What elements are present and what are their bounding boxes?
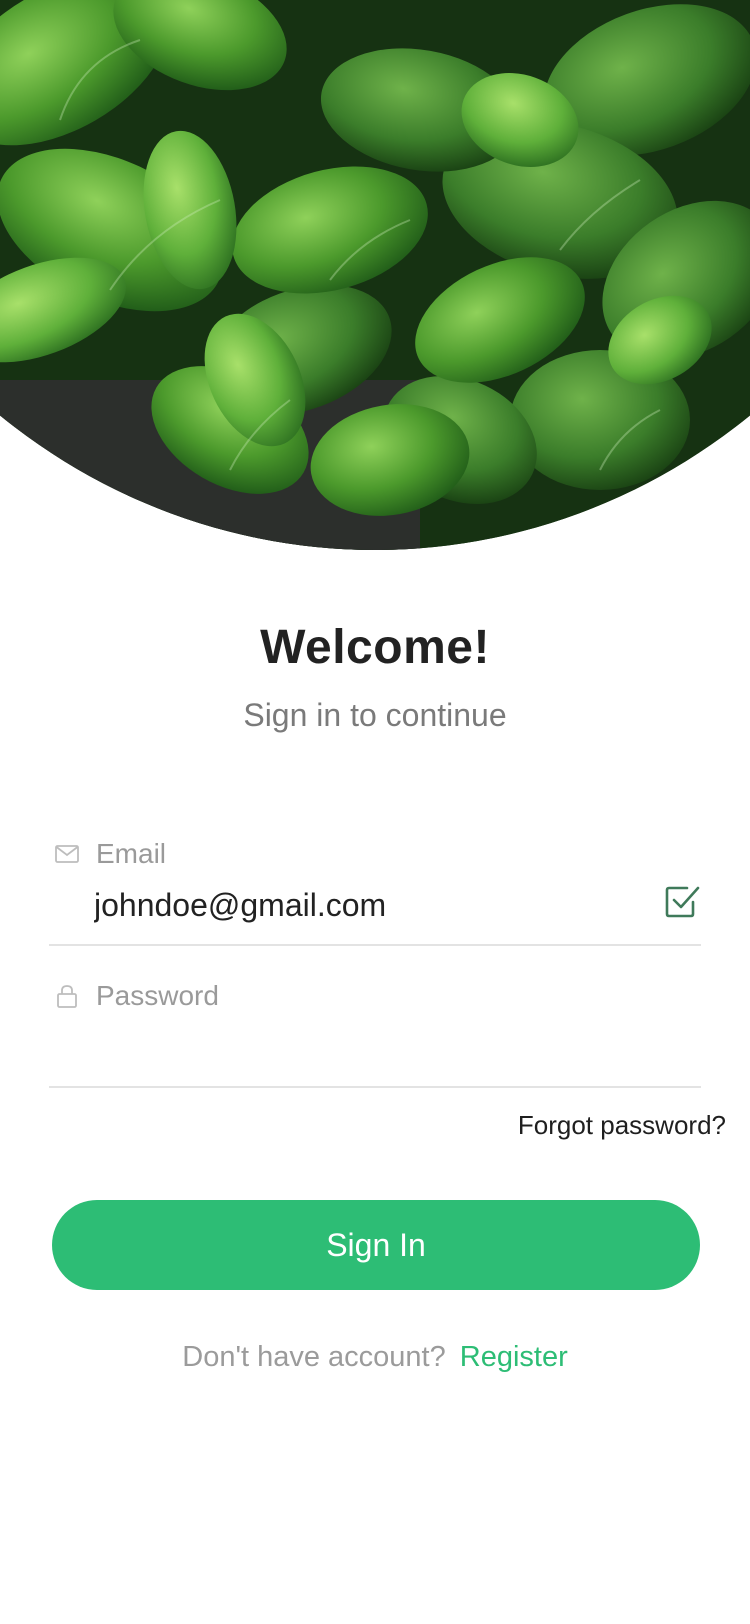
sign-in-button[interactable]: Sign In	[52, 1200, 700, 1290]
email-label: Email	[96, 838, 167, 869]
page-subtitle: Sign in to continue	[243, 697, 507, 733]
basil-leaves-image	[0, 0, 750, 550]
check-square-icon	[665, 886, 700, 918]
page-title: Welcome!	[260, 621, 490, 674]
mail-icon	[55, 845, 79, 863]
register-question: Don't have account?	[182, 1341, 446, 1373]
email-input[interactable]	[94, 882, 634, 928]
sign-in-screen: Welcome! Sign in to continue Email Passw…	[0, 0, 750, 1624]
email-field[interactable]: Email	[49, 838, 701, 946]
lock-icon	[57, 985, 77, 1008]
password-input[interactable]	[94, 1024, 634, 1070]
register-prompt: Don't have account? Register	[0, 1341, 750, 1374]
register-link[interactable]: Register	[460, 1341, 568, 1373]
password-label: Password	[96, 980, 219, 1011]
forgot-password-link[interactable]: Forgot password?	[518, 1110, 726, 1141]
hero-image	[0, 0, 750, 550]
password-field[interactable]: Password	[49, 980, 701, 1088]
